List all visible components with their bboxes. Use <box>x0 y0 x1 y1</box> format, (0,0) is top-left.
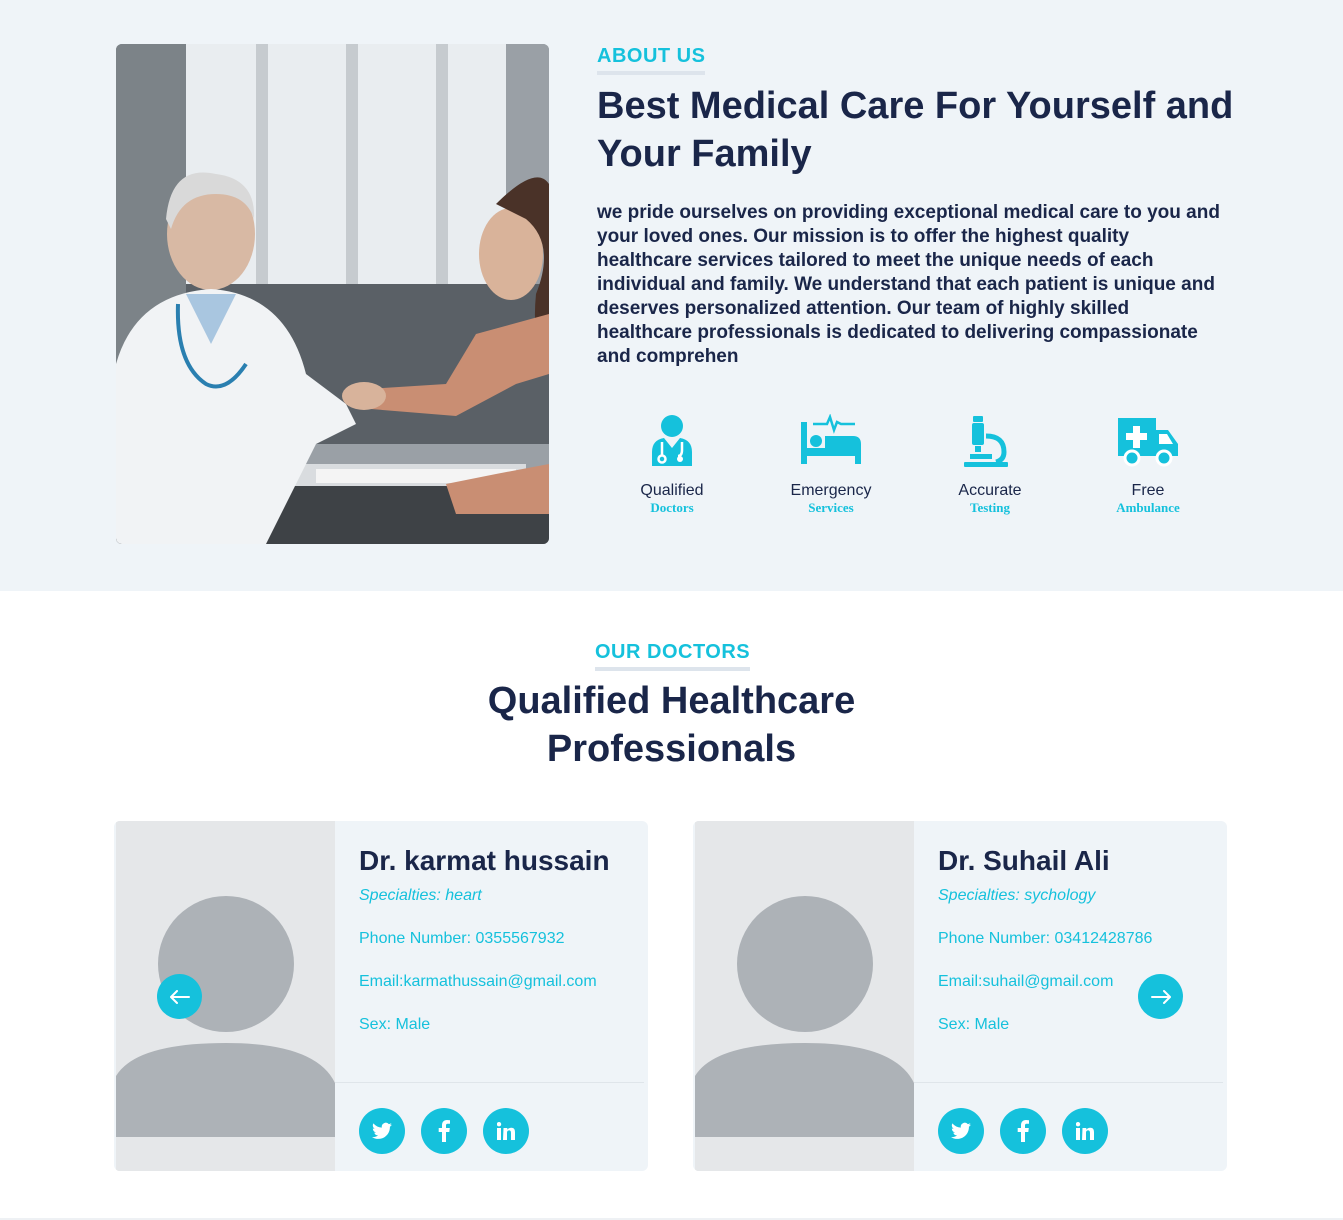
feature-title: Emergency <box>790 482 872 499</box>
about-title: Best Medical Care For Yourself and Your … <box>597 85 1234 175</box>
carousel-next-button[interactable] <box>1138 974 1183 1019</box>
doctor-phone: Phone Number: 0355567932 <box>359 930 565 947</box>
social-links <box>938 1108 1108 1154</box>
doctor-name: Dr. Suhail Ali <box>938 845 1110 876</box>
doctor-email: Email:suhail@gmail.com <box>938 973 1114 990</box>
twitter-icon[interactable] <box>359 1108 405 1154</box>
doctors-eyebrow: OUR DOCTORS <box>595 641 751 671</box>
social-links <box>359 1108 529 1154</box>
avatar <box>116 821 335 1171</box>
linkedin-icon[interactable] <box>483 1108 529 1154</box>
about-section: ABOUT US Best Medical Care For Yourself … <box>0 0 1343 591</box>
about-description: we pride ourselves on providing exceptio… <box>597 202 1220 367</box>
arrow-right-icon <box>1150 989 1171 1004</box>
card-divider <box>914 1082 1223 1083</box>
doctor-specialties: Specialties: sychology <box>938 887 1096 904</box>
feature-title: Free <box>1131 482 1165 499</box>
feature-subtitle: Services <box>808 500 854 515</box>
carousel-prev-button[interactable] <box>157 974 202 1019</box>
linkedin-icon[interactable] <box>1062 1108 1108 1154</box>
feature-subtitle: Ambulance <box>1116 500 1180 515</box>
feature-title: Qualified <box>640 482 704 499</box>
card-divider <box>335 1082 644 1083</box>
feature-emergency-services: Emergency Services <box>761 413 901 516</box>
twitter-icon[interactable] <box>938 1108 984 1154</box>
hospital-bed-icon <box>799 413 863 468</box>
feature-qualified-doctors: Qualified Doctors <box>602 414 742 516</box>
ambulance-icon <box>1116 414 1180 468</box>
doctor-specialties: Specialties: heart <box>359 887 482 904</box>
about-eyebrow: ABOUT US <box>597 45 706 75</box>
doctor-email: Email:karmathussain@gmail.com <box>359 973 597 990</box>
doctor-patient-photo <box>116 44 549 544</box>
feature-accurate-testing: Accurate Testing <box>920 414 1060 516</box>
doctor-sex: Sex: Male <box>359 1016 431 1033</box>
microscope-icon <box>958 414 1022 468</box>
doctor-sex: Sex: Male <box>938 1016 1010 1033</box>
doctors-title-line1: Qualified Healthcare <box>487 680 856 722</box>
doctors-title-line2: Professionals <box>546 728 797 770</box>
feature-subtitle: Doctors <box>650 500 694 515</box>
feature-title: Accurate <box>958 482 1022 499</box>
arrow-left-icon <box>169 989 190 1004</box>
avatar <box>695 821 914 1171</box>
facebook-icon[interactable] <box>421 1108 467 1154</box>
feature-free-ambulance: Free Ambulance <box>1078 414 1218 516</box>
doctor-phone: Phone Number: 03412428786 <box>938 930 1153 947</box>
doctor-icon <box>640 414 704 468</box>
feature-subtitle: Testing <box>970 500 1010 515</box>
doctors-title: Qualified Healthcare Professionals <box>0 677 1343 773</box>
facebook-icon[interactable] <box>1000 1108 1046 1154</box>
doctor-name: Dr. karmat hussain <box>359 845 610 876</box>
